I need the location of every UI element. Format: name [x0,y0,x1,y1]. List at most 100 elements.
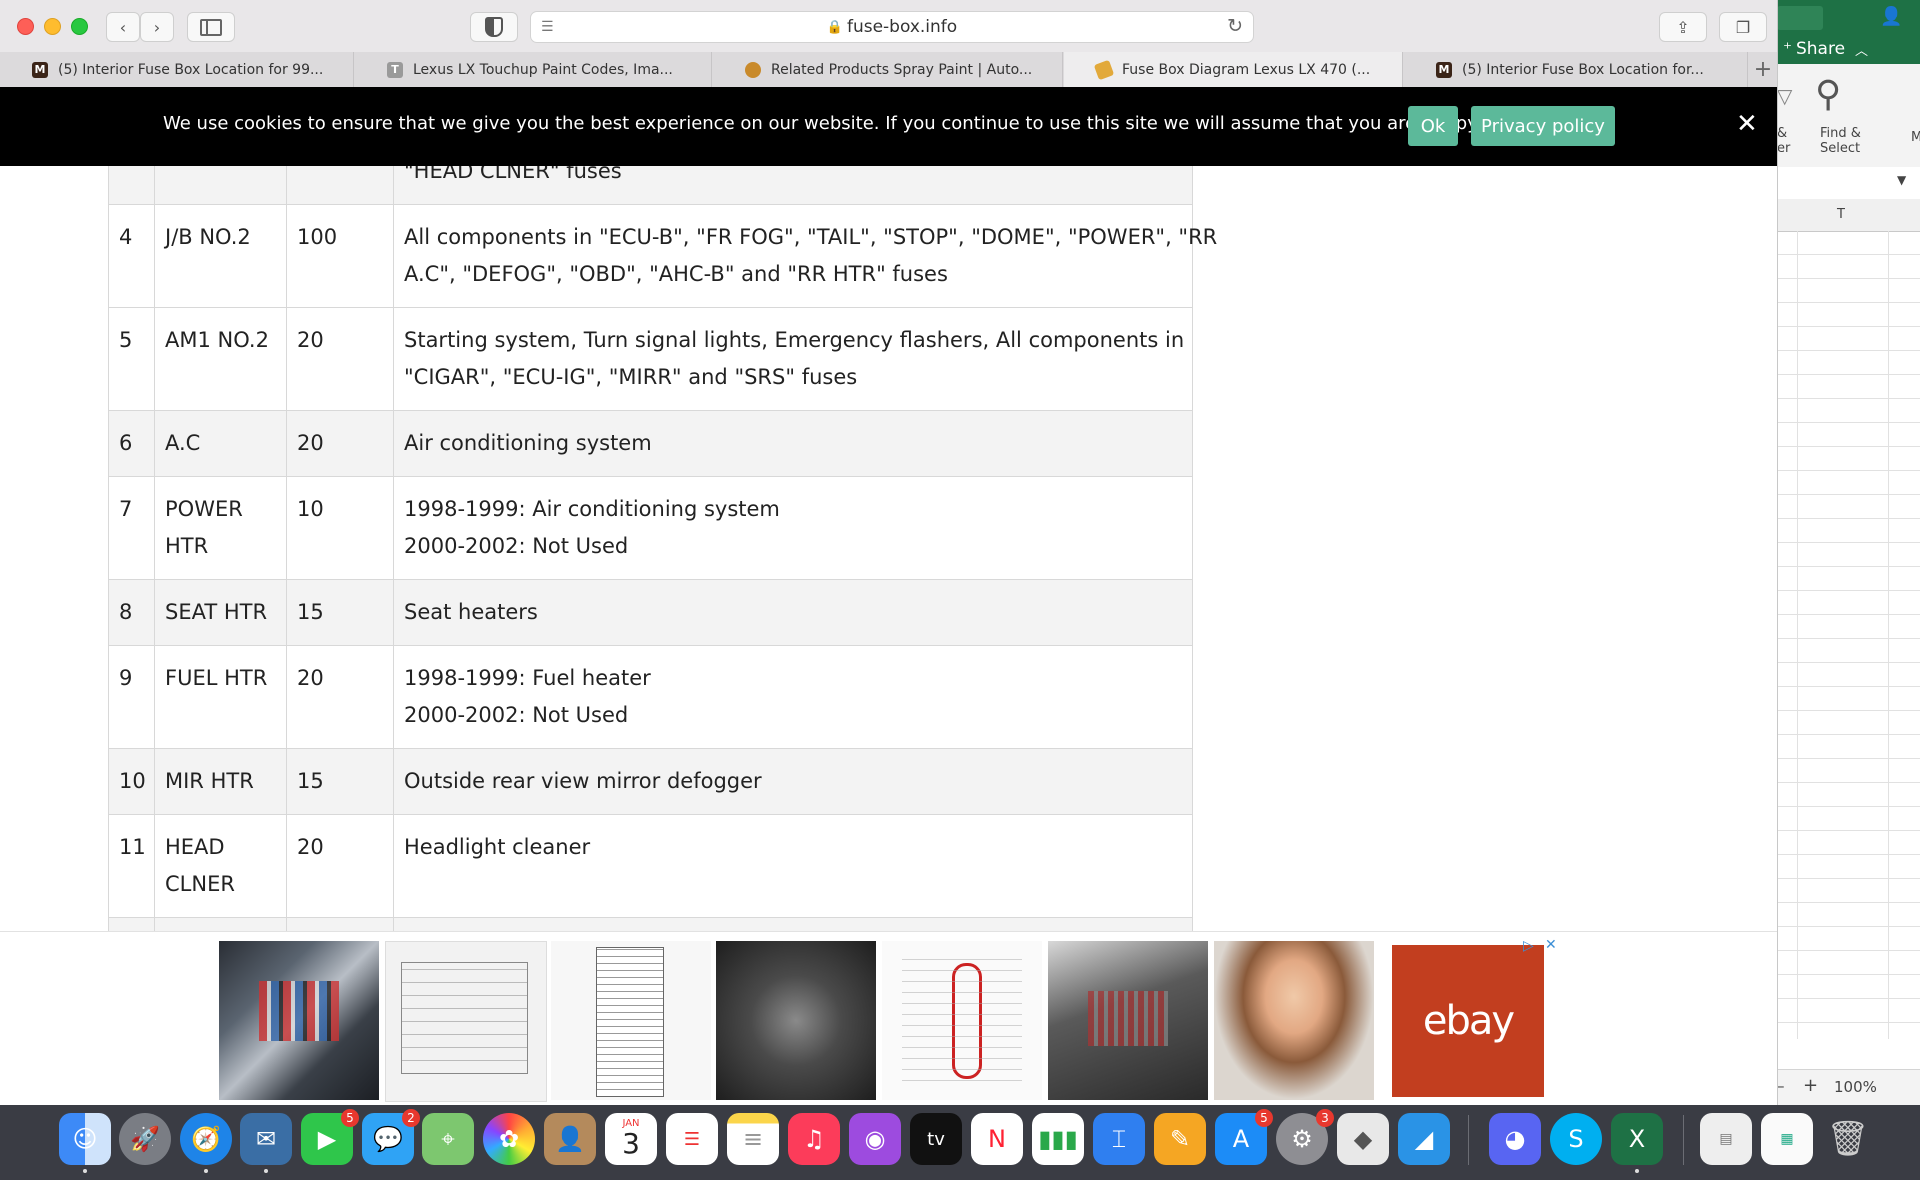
music-icon[interactable]: ♫ [788,1113,840,1165]
finder-icon[interactable]: ☺ [59,1113,111,1173]
roblox-studio-icon[interactable]: ◢ [1398,1113,1450,1165]
news-icon[interactable]: N [971,1113,1023,1165]
reader-icon[interactable]: ☰ [541,19,554,35]
find-select-label[interactable]: Find & Select [1820,126,1861,156]
column-header-t[interactable]: T [1837,207,1845,222]
notes-icon[interactable]: ≡ [727,1113,779,1165]
description-line: 1998-1999: Air conditioning system [404,497,780,521]
reminders-icon[interactable]: ☰ [666,1113,718,1165]
ad-thumb-portrait-photo[interactable] [1214,941,1374,1100]
tab-2[interactable]: T Lexus LX Touchup Paint Codes, Ima... [355,52,712,87]
facetime-icon[interactable]: ▶ 5 [301,1109,359,1165]
trash-icon[interactable]: 🗑 [1822,1113,1874,1165]
address-bar[interactable]: ☰ 🔒 fuse-box.info ↻ [530,11,1254,43]
discord-icon[interactable]: ◕ [1489,1113,1541,1165]
close-window-button[interactable] [17,18,34,35]
sidebar-button[interactable] [187,12,235,42]
keynote-icon[interactable]: ⌶ [1093,1113,1145,1165]
description-line: Outside rear view mirror defogger [404,769,762,793]
skype-icon[interactable]: S [1550,1113,1602,1165]
photos-icon[interactable]: ✿ [483,1113,535,1165]
reload-icon[interactable]: ↻ [1227,15,1243,37]
excel-ribbon: ▽ & er ⚲ Find & Select M [1777,64,1920,168]
description-line: Air conditioning system [404,431,652,455]
tab-4-active[interactable]: Fuse Box Diagram Lexus LX 470 (... [1064,52,1403,87]
fuse-number-cell: 6 [108,410,155,477]
mail-bird-icon[interactable]: ✉ [240,1113,292,1173]
fuse-amp-cell [286,166,394,205]
messages-icon[interactable]: 💬 2 [362,1109,420,1165]
ad-thumb-fuse-chart[interactable] [551,941,711,1100]
close-icon[interactable]: ✕ [1736,109,1758,139]
filter-icon[interactable]: ▽ [1777,84,1792,108]
ebay-ad[interactable]: ebay [1392,945,1544,1097]
spreadsheet-grid[interactable] [1777,231,1920,1039]
tab-label: Fuse Box Diagram Lexus LX 470 (... [1122,61,1371,78]
find-select-icon[interactable]: ⚲ [1815,74,1841,115]
url-text: fuse-box.info [846,17,958,37]
contacts-icon[interactable]: 👤 [544,1113,596,1165]
fuse-description-cell: Seat heaters [393,579,1193,646]
ad-thumb-fusebox-under-hood[interactable] [1048,941,1208,1100]
fuse-name-cell: FUEL HTR [154,645,287,749]
safari-icon[interactable]: 🧭 [180,1113,232,1173]
ad-thumb-wiring-diagram[interactable] [882,941,1042,1100]
ad-close-icon[interactable]: ✕ [1545,937,1557,953]
pages-icon[interactable]: ✎ [1154,1113,1206,1165]
share-page-button[interactable]: ⇪ [1659,12,1707,42]
tab-3[interactable]: Related Products Spray Paint | Auto... [713,52,1063,87]
chevron-down-icon[interactable]: ▼ [1897,173,1906,187]
cookie-ok-button[interactable]: Ok [1408,106,1458,146]
excel-user-icon[interactable]: 👤 [1880,6,1902,27]
new-tab-button[interactable]: + [1749,52,1777,87]
zoom-in-button[interactable]: + [1803,1075,1818,1096]
maps-icon[interactable]: ⌖ [422,1113,474,1165]
fuse-number-cell: 4 [108,204,155,308]
pdf-document-icon[interactable]: ▤ [1700,1113,1752,1165]
fuse-amp-cell: 20 [286,917,394,931]
apple-tv-icon[interactable]: tv [910,1113,962,1165]
zoom-out-button[interactable]: – [1777,1077,1785,1095]
ad-thumb-fusebox-photo[interactable] [219,941,379,1100]
fuse-name-cell [154,166,287,205]
forward-button[interactable]: › [140,12,174,42]
description-line: Headlight cleaner [404,835,591,859]
formula-bar[interactable]: ▼ [1777,167,1920,200]
numbers-icon[interactable]: ▮▮▮ [1032,1113,1084,1165]
podcasts-icon[interactable]: ◉ [849,1113,901,1165]
zoom-window-button[interactable] [71,18,88,35]
description-line: All components in "ECU-B", "FR FOG", "TA… [404,225,1218,249]
table-row: All components in "ECU-B", "FR FOG", "TA… [108,166,1193,205]
tab-overview-icon: ❐ [1735,17,1751,37]
ad-strip: ebay ▷ ✕ [0,931,1777,1105]
fuse-name-cell: CDS FAN [154,917,287,931]
ad-thumb-engine-bay[interactable] [716,941,876,1100]
toolbar: ‹ › ☰ 🔒 fuse-box.info ↻ ⇪ ❐ [0,0,1777,53]
launchpad-icon[interactable]: 🚀 [119,1113,171,1165]
fuse-number-cell: 5 [108,307,155,411]
privacy-policy-button[interactable]: Privacy policy [1471,106,1615,146]
zoom-level: 100% [1834,1078,1877,1096]
calendar-icon[interactable]: JAN 3 [605,1113,657,1165]
back-button[interactable]: ‹ [106,12,140,42]
roblox-icon[interactable]: ◆ [1337,1113,1389,1165]
description-line: "HEAD CLNER" fuses [404,166,622,183]
system-preferences-icon[interactable]: ⚙ 3 [1276,1109,1334,1165]
tab-1[interactable]: M (5) Interior Fuse Box Location for 99.… [0,52,354,87]
excel-icon[interactable]: X [1611,1113,1663,1173]
privacy-shield-button[interactable] [470,12,518,42]
tab-overview-button[interactable]: ❐ [1719,12,1767,42]
minimize-window-button[interactable] [44,18,61,35]
tab-5[interactable]: M (5) Interior Fuse Box Location for... [1404,52,1748,87]
share-button[interactable]: ⁺ Share ︿ [1783,39,1868,59]
spreadsheet-document-icon[interactable]: ▦ [1761,1113,1813,1165]
chevron-right-icon: › [153,17,161,37]
table-row: 10 MIR HTR 15 Outside rear view mirror defo… [108,748,1193,815]
ribbon-partial-label: & er [1777,126,1791,156]
excel-status-bar: – + 100% [1777,1069,1920,1105]
ad-thumb-diagram-sketch[interactable] [385,941,547,1102]
excel-header: 👤 ⁺ Share ︿ [1777,0,1920,64]
app-store-icon[interactable]: A5 [1215,1109,1273,1165]
fuse-amp-cell: 20 [286,307,394,411]
ad-choices-icon[interactable]: ▷ [1523,938,1534,954]
